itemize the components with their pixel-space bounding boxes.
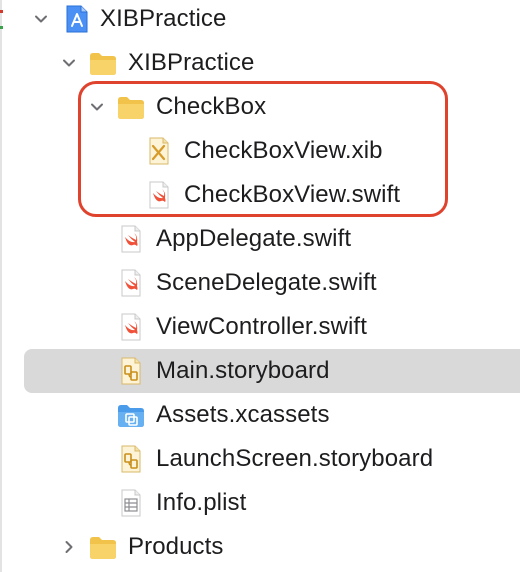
navigator-row-file[interactable]: CheckBoxView.xib — [0, 129, 520, 173]
storyboard-file-icon — [116, 444, 146, 474]
storyboard-file-icon — [116, 356, 146, 386]
folder-icon — [88, 532, 118, 562]
folder-icon — [116, 92, 146, 122]
swift-file-icon — [116, 268, 146, 298]
file-label: CheckBoxView.xib — [184, 137, 383, 164]
navigator-row-products[interactable]: Products — [0, 525, 520, 569]
navigator-row-project[interactable]: XIBPractice — [0, 0, 520, 41]
swift-file-icon — [116, 312, 146, 342]
navigator-row-file[interactable]: LaunchScreen.storyboard — [0, 437, 520, 481]
navigator-row-group[interactable]: XIBPractice — [0, 41, 520, 85]
chevron-down-icon[interactable] — [58, 52, 80, 74]
swift-file-icon — [116, 224, 146, 254]
products-label: Products — [128, 533, 224, 560]
chevron-down-icon[interactable] — [86, 96, 108, 118]
xib-file-icon — [144, 136, 174, 166]
file-label: Info.plist — [156, 489, 247, 516]
folder-icon — [88, 48, 118, 78]
navigator-row-checkbox-folder[interactable]: CheckBox — [0, 85, 520, 129]
asset-catalog-icon — [116, 400, 146, 430]
file-label: Main.storyboard — [156, 357, 330, 384]
navigator-row-file[interactable]: Info.plist — [0, 481, 520, 525]
navigator-row-file[interactable]: Assets.xcassets — [0, 393, 520, 437]
navigator-row-file[interactable]: CheckBoxView.swift — [0, 173, 520, 217]
navigator-row-file[interactable]: SceneDelegate.swift — [0, 261, 520, 305]
xcode-project-icon — [62, 4, 92, 34]
checkbox-folder-label: CheckBox — [156, 93, 267, 120]
file-label: SceneDelegate.swift — [156, 269, 377, 296]
group-label: XIBPractice — [128, 49, 255, 76]
chevron-down-icon[interactable] — [30, 8, 52, 30]
navigator-row-file[interactable]: AppDelegate.swift — [0, 217, 520, 261]
navigator-row-file-selected[interactable]: Main.storyboard — [0, 349, 520, 393]
chevron-right-icon[interactable] — [58, 536, 80, 558]
file-label: ViewController.swift — [156, 313, 367, 340]
plist-file-icon — [116, 488, 146, 518]
navigator-row-file[interactable]: ViewController.swift — [0, 305, 520, 349]
swift-file-icon — [144, 180, 174, 210]
project-label: XIBPractice — [100, 5, 227, 32]
file-label: LaunchScreen.storyboard — [156, 445, 434, 472]
file-label: CheckBoxView.swift — [184, 181, 401, 208]
file-label: Assets.xcassets — [156, 401, 330, 428]
file-label: AppDelegate.swift — [156, 225, 352, 252]
